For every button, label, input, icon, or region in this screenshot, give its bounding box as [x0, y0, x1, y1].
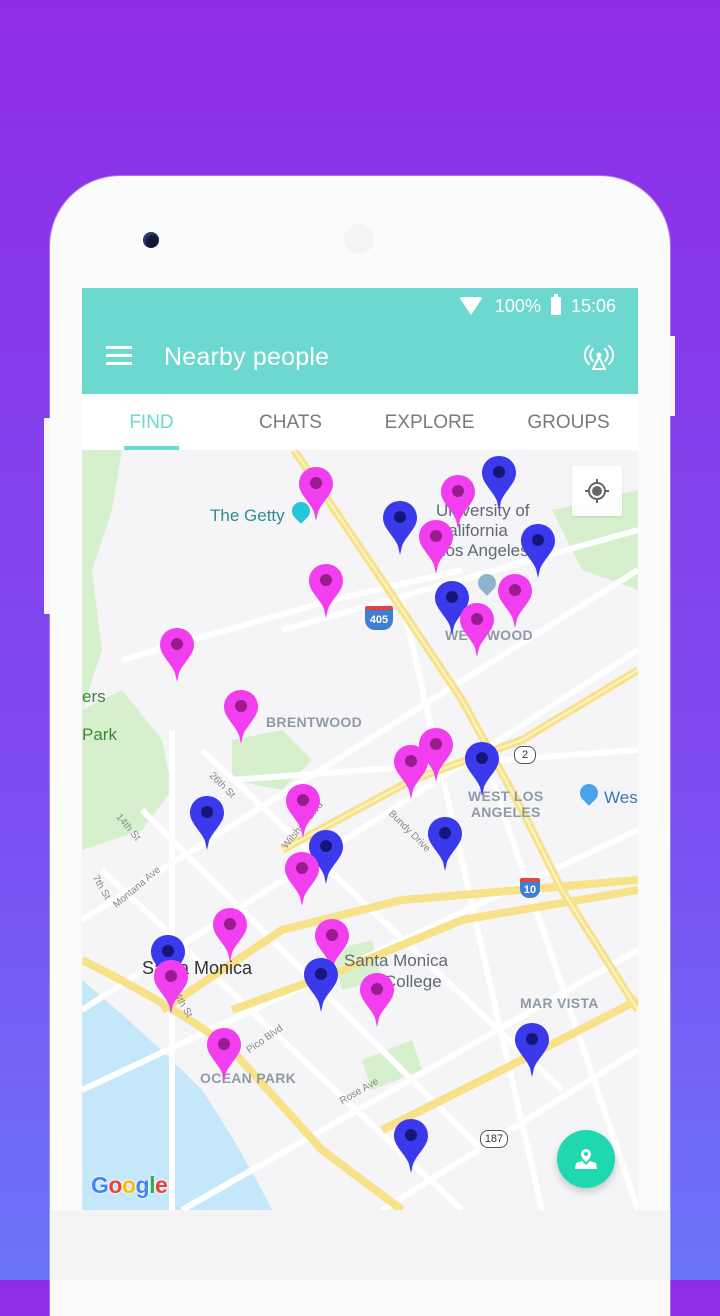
- my-location-button[interactable]: [572, 466, 622, 516]
- person-pin-female[interactable]: [153, 959, 189, 1015]
- highway-shield-187: 187: [480, 1130, 508, 1148]
- person-pin-female[interactable]: [298, 466, 334, 522]
- map-marker-icon: [190, 795, 225, 850]
- map-marker-icon: [482, 455, 516, 510]
- highway-shield-10: 10: [520, 878, 540, 898]
- person-pin-female[interactable]: [206, 1027, 242, 1083]
- menu-icon[interactable]: [106, 346, 132, 366]
- map-label-mar-vista: MAR VISTA: [520, 995, 599, 1011]
- map-marker-icon: [394, 1119, 429, 1174]
- map-marker-icon: [520, 524, 555, 579]
- person-pin-male[interactable]: [189, 795, 225, 851]
- app-screen: 100% 15:06 Nearby people FIND CHATS EXPL…: [82, 288, 638, 1210]
- my-location-icon: [585, 479, 609, 503]
- map-marker-icon: [418, 520, 453, 575]
- map-fab-button[interactable]: [557, 1130, 615, 1188]
- map-marker-icon: [304, 958, 339, 1013]
- broadcast-icon[interactable]: [584, 342, 614, 372]
- map-marker-icon: [514, 1022, 549, 1077]
- map-marker-icon: [383, 501, 418, 556]
- person-pin-male[interactable]: [427, 816, 463, 872]
- map-marker-icon: [394, 744, 429, 799]
- map-marker-icon: [459, 603, 494, 658]
- map-marker-icon: [160, 628, 195, 683]
- person-pin-male[interactable]: [481, 455, 517, 511]
- front-camera: [143, 232, 159, 248]
- map-marker-icon: [212, 908, 247, 962]
- tab-find[interactable]: FIND: [82, 394, 221, 450]
- map-label-brentwood: BRENTWOOD: [266, 714, 363, 730]
- map-view[interactable]: The Getty University of California Los A…: [82, 450, 638, 1210]
- person-pin-female[interactable]: [308, 563, 344, 619]
- map-marker-icon: [464, 741, 499, 796]
- map-label-getty: The Getty: [210, 506, 285, 525]
- map-marker-icon: [206, 1028, 241, 1083]
- person-pin-male[interactable]: [520, 523, 556, 579]
- person-pin-male[interactable]: [464, 741, 500, 797]
- person-pin-female[interactable]: [418, 519, 454, 575]
- proximity-sensor: [344, 224, 374, 254]
- person-pin-female[interactable]: [284, 851, 320, 907]
- person-pin-male[interactable]: [382, 500, 418, 556]
- person-pin-female[interactable]: [497, 573, 533, 629]
- phone-chin: [50, 1210, 670, 1280]
- map-marker-icon: [360, 973, 395, 1028]
- map-label-park: ers Park: [82, 687, 117, 744]
- highway-shield-405: 405: [365, 606, 393, 630]
- tab-chats[interactable]: CHATS: [221, 394, 360, 450]
- tab-bar: FIND CHATS EXPLORE GROUPS: [82, 394, 638, 450]
- map-marker-icon: [298, 467, 333, 522]
- google-logo: Google: [91, 1172, 168, 1198]
- battery-icon: [550, 294, 561, 315]
- map-marker-icon: [428, 816, 463, 871]
- clock: 15:06: [570, 295, 616, 316]
- person-pin-female[interactable]: [159, 627, 195, 683]
- highway-shield-2: 2: [514, 746, 536, 764]
- person-pin-female[interactable]: [223, 689, 259, 745]
- map-pin-icon: [575, 1149, 597, 1169]
- page-title: Nearby people: [164, 343, 330, 371]
- app-bar: 100% 15:06 Nearby people: [82, 288, 638, 394]
- person-pin-female[interactable]: [212, 907, 248, 963]
- map-marker-icon: [308, 564, 343, 619]
- map-marker-icon: [153, 959, 188, 1014]
- map-label-wes: Wes: [604, 788, 638, 807]
- person-pin-female[interactable]: [359, 972, 395, 1028]
- tab-explore[interactable]: EXPLORE: [360, 394, 499, 450]
- person-pin-male[interactable]: [393, 1118, 429, 1174]
- person-pin-female[interactable]: [459, 602, 495, 658]
- tab-groups[interactable]: GROUPS: [499, 394, 638, 450]
- map-marker-icon: [284, 851, 319, 906]
- person-pin-female[interactable]: [393, 744, 429, 800]
- person-pin-male[interactable]: [514, 1022, 550, 1078]
- battery-percentage: 100%: [494, 295, 541, 316]
- wifi-icon: [458, 297, 483, 315]
- person-pin-male[interactable]: [303, 957, 339, 1013]
- map-marker-icon: [498, 574, 533, 629]
- map-marker-icon: [224, 689, 259, 744]
- status-bar: 100% 15:06: [458, 294, 616, 318]
